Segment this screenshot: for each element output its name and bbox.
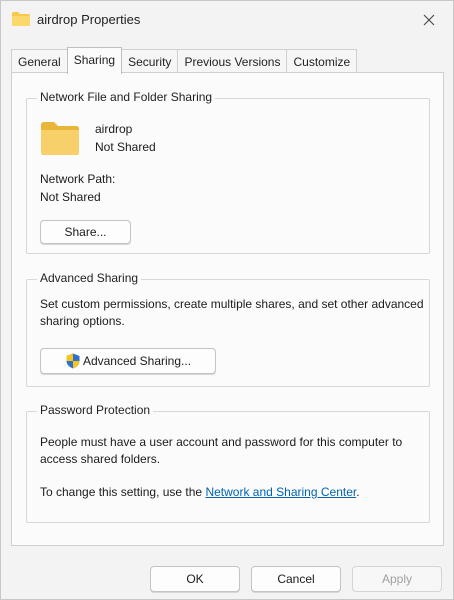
advanced-sharing-button[interactable]: Advanced Sharing... bbox=[40, 348, 216, 374]
share-button[interactable]: Share... bbox=[40, 220, 131, 244]
change-setting-text: To change this setting, use the Network … bbox=[40, 485, 360, 499]
title-bar: airdrop Properties bbox=[1, 1, 453, 41]
tab-previous-versions[interactable]: Previous Versions bbox=[177, 49, 288, 73]
share-status: Not Shared bbox=[95, 140, 156, 154]
network-path-value: Not Shared bbox=[40, 190, 101, 204]
window-title: airdrop Properties bbox=[37, 12, 141, 27]
cancel-button[interactable]: Cancel bbox=[251, 566, 341, 592]
close-icon bbox=[423, 14, 435, 26]
folder-name: airdrop bbox=[95, 122, 133, 136]
close-button[interactable] bbox=[413, 7, 445, 33]
apply-button[interactable]: Apply bbox=[352, 566, 442, 592]
password-protection-label: Password Protection bbox=[37, 403, 154, 417]
ok-button[interactable]: OK bbox=[150, 566, 240, 592]
uac-shield-icon bbox=[66, 353, 80, 369]
properties-window: airdrop Properties General Sharing Secur… bbox=[0, 0, 454, 600]
tab-sharing[interactable]: Sharing bbox=[66, 47, 123, 74]
network-sharing-center-link[interactable]: Network and Sharing Center bbox=[205, 485, 356, 499]
tab-security[interactable]: Security bbox=[121, 49, 179, 73]
advanced-sharing-group: Advanced Sharing Set custom permissions,… bbox=[26, 271, 430, 387]
password-protection-group: Password Protection People must have a u… bbox=[26, 403, 430, 523]
network-sharing-group: Network File and Folder Sharing airdrop … bbox=[26, 90, 430, 254]
tab-customize[interactable]: Customize bbox=[286, 49, 358, 73]
password-protection-description: People must have a user account and pass… bbox=[40, 435, 403, 466]
tab-general[interactable]: General bbox=[11, 49, 68, 73]
advanced-sharing-button-label: Advanced Sharing... bbox=[82, 354, 192, 368]
sharing-panel: Network File and Folder Sharing airdrop … bbox=[11, 72, 444, 546]
advanced-sharing-description: Set custom permissions, create multiple … bbox=[40, 297, 424, 328]
folder-icon bbox=[41, 122, 79, 155]
advanced-sharing-label: Advanced Sharing bbox=[37, 271, 142, 285]
folder-icon bbox=[12, 12, 30, 26]
network-path-label: Network Path: bbox=[40, 172, 116, 186]
change-setting-suffix: . bbox=[356, 485, 360, 499]
change-setting-prefix: To change this setting, use the bbox=[40, 485, 206, 499]
network-sharing-label: Network File and Folder Sharing bbox=[37, 90, 216, 104]
tab-strip: General Sharing Security Previous Versio… bbox=[11, 47, 358, 74]
